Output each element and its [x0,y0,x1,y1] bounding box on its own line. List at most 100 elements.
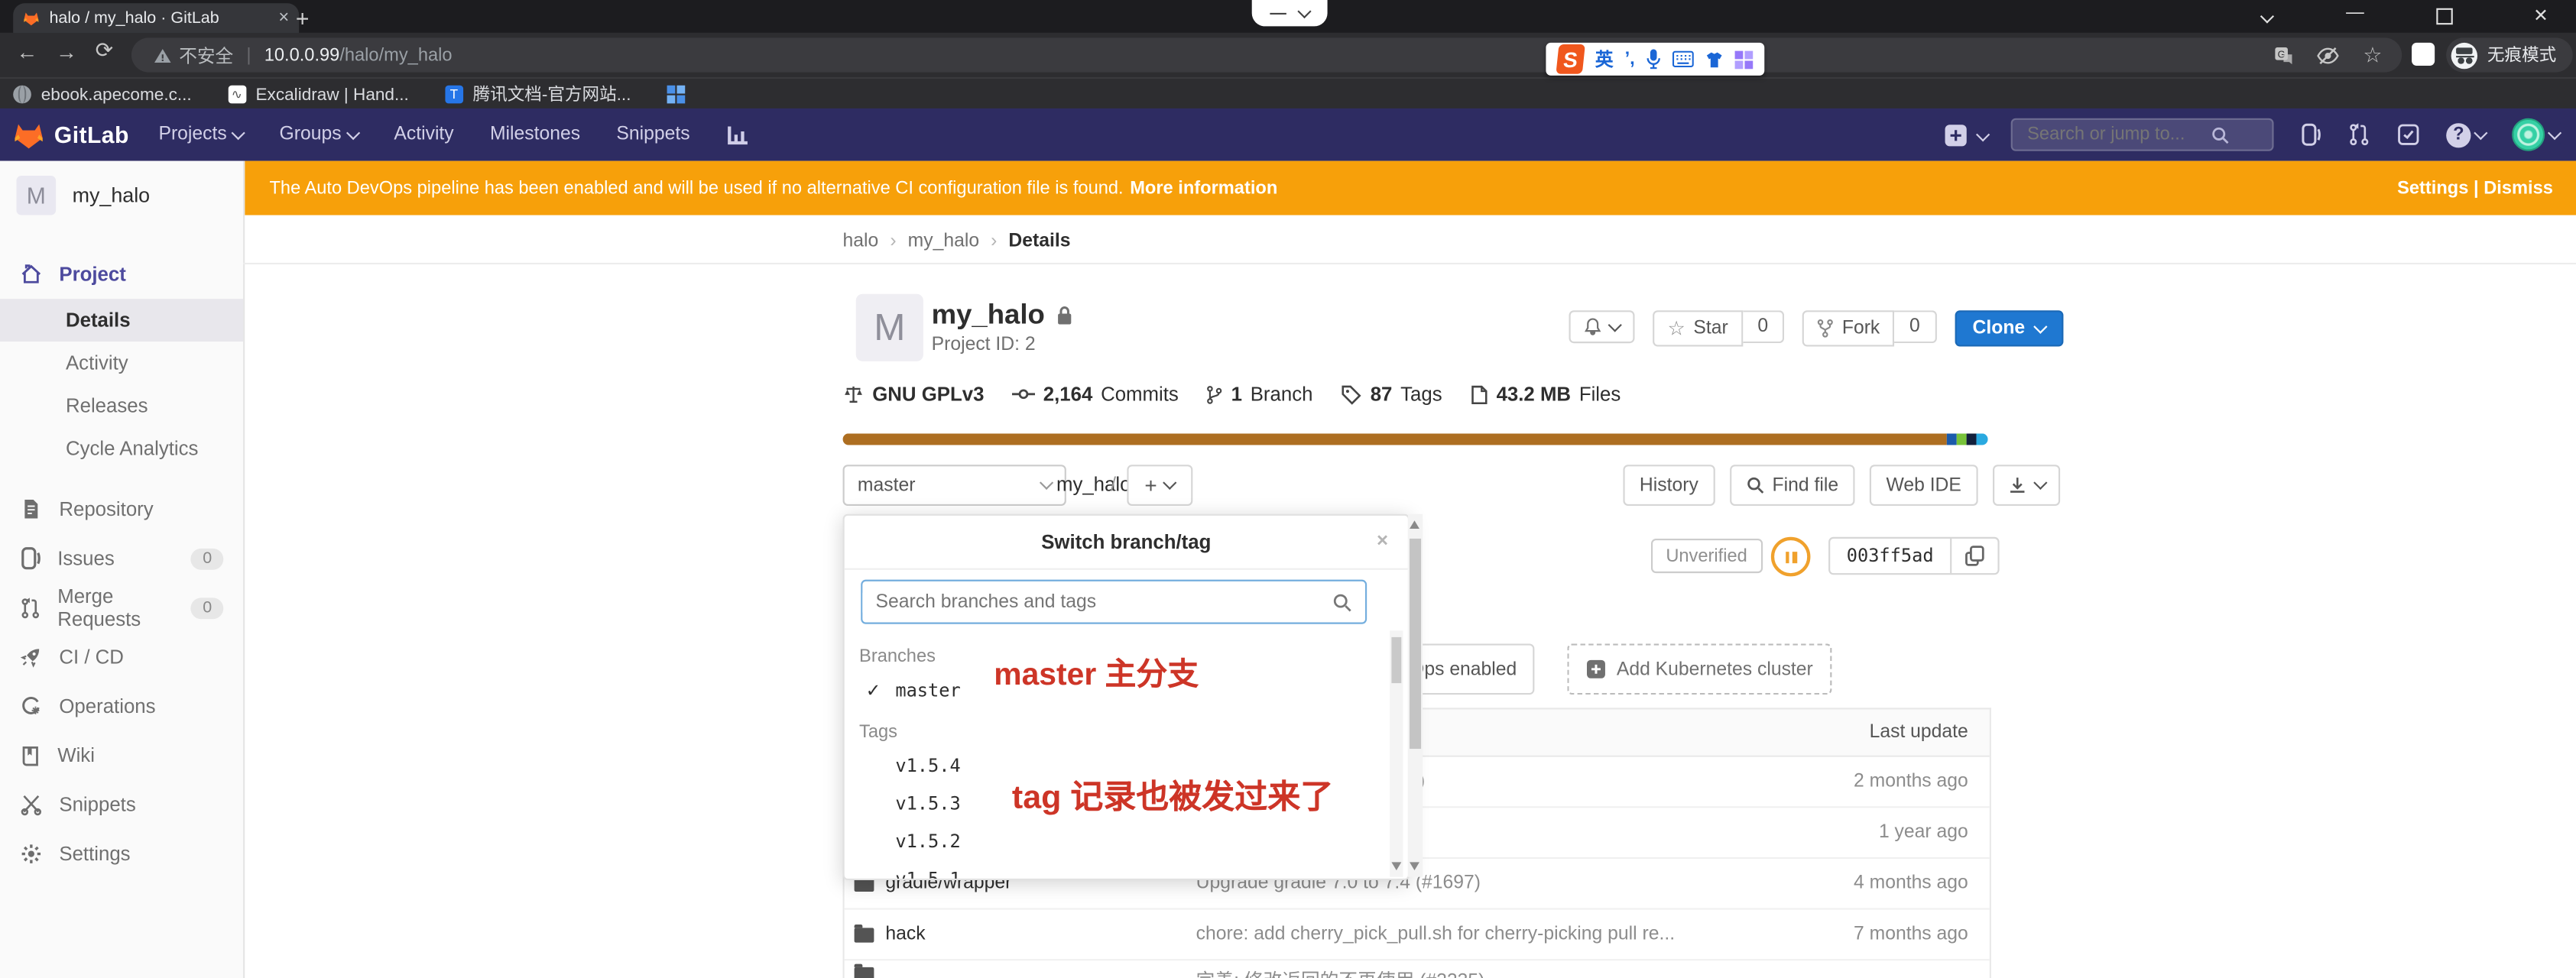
back-icon[interactable]: ← [16,40,37,64]
stat-tags[interactable]: 87Tags [1341,383,1442,406]
address-bar[interactable]: 不安全 | 10.0.0.99 /halo/my_halo G ☆ [131,37,2402,72]
floating-minimize-widget[interactable]: — [1252,0,1328,26]
signature-badge[interactable]: Unverified [1651,539,1762,573]
file-name[interactable]: hack [885,925,925,944]
branch-search-input[interactable] [862,592,1332,612]
web-ide-button[interactable]: Web IDE [1870,465,1977,506]
sidebar-item-cycle-analytics[interactable]: Cycle Analytics [0,427,243,470]
nav-snippets[interactable]: Snippets [616,125,689,144]
sogou-icon[interactable]: S [1556,44,1585,74]
add-file-button[interactable]: + [1127,465,1192,506]
extension-icon[interactable] [2412,43,2435,66]
sidebar-item-project[interactable]: Project [0,250,243,299]
sidebar-item-activity[interactable]: Activity [0,342,243,384]
microphone-icon[interactable] [1646,49,1661,69]
banner-settings-link[interactable]: Settings [2397,178,2468,198]
dropdown-scrollbar[interactable] [1408,514,1423,877]
copy-icon[interactable] [1951,546,1997,567]
sidebar-item-settings[interactable]: Settings [0,829,243,878]
chevron-down-icon[interactable] [1297,4,1311,18]
nav-merge-requests-icon[interactable] [2347,123,2370,146]
sidebar-item-merge-requests[interactable]: Merge Requests 0 [0,583,243,632]
translate-icon[interactable]: G [2274,45,2294,65]
tag-option[interactable]: v1.5.1 [845,860,1392,880]
repo-path[interactable]: my_halo [1056,473,1131,496]
dropdown-list-scrollbar[interactable] [1390,630,1403,876]
bookmark-item[interactable]: ∿Excalidraw | Hand... [228,85,409,105]
sidebar-item-snippets[interactable]: Snippets [0,780,243,829]
scroll-up-icon[interactable] [1410,520,1419,529]
download-button[interactable] [1993,465,2060,506]
skin-icon[interactable] [1705,50,1724,69]
reload-icon[interactable]: ⟳ [96,37,113,63]
close-icon[interactable]: × [1377,529,1388,552]
star-count[interactable]: 0 [1743,310,1785,343]
last-update-header[interactable]: Last update [1870,723,1990,743]
sidebar-project-header[interactable]: M my_halo [0,161,243,230]
sidebar-item-releases[interactable]: Releases [0,384,243,427]
sidebar-item-issues[interactable]: Issues 0 [0,533,243,582]
plus-menu-icon[interactable] [1944,122,1968,147]
branch-select[interactable]: master [843,465,1066,506]
new-tab-button[interactable]: + [296,5,310,31]
scroll-down-icon[interactable] [1391,862,1401,870]
ime-toolbar[interactable]: S 英 ’, [1546,43,1764,76]
add-kubernetes-cluster-button[interactable]: Add Kubernetes cluster [1567,643,1831,695]
bookmark-star-icon[interactable]: ☆ [2363,42,2382,68]
sidebar-item-wiki[interactable]: Wiki [0,730,243,779]
sidebar-item-repository[interactable]: Repository [0,484,243,533]
ime-lang-toggle[interactable]: 英 [1595,46,1614,72]
pipeline-status-icon[interactable] [1771,537,1811,577]
clone-button[interactable]: Clone [1955,310,2063,346]
sidebar-item-ci-cd[interactable]: CI / CD [0,632,243,681]
nav-activity[interactable]: Activity [394,125,453,144]
user-menu[interactable] [2512,118,2559,151]
table-row[interactable]: hack chore: add cherry_pick_pull.sh for … [845,910,1990,961]
window-close-icon[interactable]: ✕ [2533,5,2548,26]
browser-tab[interactable]: halo / my_halo · GitLab × [13,3,299,33]
star-button[interactable]: ☆Star [1653,310,1743,346]
eye-slash-icon[interactable] [2317,45,2340,65]
stat-files[interactable]: 43.2 MBFiles [1470,383,1621,406]
scrollbar-thumb[interactable] [1410,539,1421,749]
nav-todos-icon[interactable] [2397,123,2420,146]
window-menu-icon[interactable] [2262,7,2272,27]
nav-issues-icon[interactable] [2300,123,2321,146]
stat-license[interactable]: GNU GPLv3 [843,383,985,406]
breadcrumb-project[interactable]: my_halo [908,232,979,251]
global-search[interactable] [2011,118,2274,151]
commit-sha[interactable]: 003ff5ad [1830,546,1950,567]
fork-button[interactable]: Fork [1802,310,1894,346]
language-bar[interactable] [843,433,1988,445]
ime-punctuation-icon[interactable]: ’, [1625,49,1635,69]
nav-help-icon[interactable]: ? [2446,122,2486,147]
not-secure-warning[interactable]: 不安全 [154,42,233,68]
gitlab-brand[interactable]: GitLab [54,121,129,147]
breadcrumb-group[interactable]: halo [843,232,879,251]
bookmark-item[interactable]: T腾讯文档-官方网站... [445,82,631,106]
window-minimize-icon[interactable]: — [2346,3,2364,23]
sidebar-item-details[interactable]: Details [0,299,243,342]
branch-search[interactable] [861,580,1367,624]
find-file-button[interactable]: Find file [1730,465,1855,506]
nav-projects[interactable]: Projects [158,125,243,144]
stat-branches[interactable]: 1Branch [1206,383,1312,406]
scrollbar-thumb[interactable] [1391,637,1401,683]
nav-milestones[interactable]: Milestones [490,125,580,144]
table-row[interactable]: 完善: 修改返回的不再使用 (#2235) [845,960,1990,978]
gitlab-logo[interactable] [13,120,44,150]
nav-groups[interactable]: Groups [280,125,358,144]
banner-dismiss-link[interactable]: Dismiss [2484,178,2553,198]
fork-count[interactable]: 0 [1895,310,1937,343]
window-restore-icon[interactable] [2436,8,2452,24]
commit-message[interactable]: chore: add cherry_pick_pull.sh for cherr… [1196,925,1738,944]
notifications-button[interactable] [1569,310,1635,343]
bookmark-item[interactable] [667,86,686,104]
scroll-down-icon[interactable] [1410,862,1419,870]
keyboard-icon[interactable] [1672,51,1694,67]
forward-icon[interactable]: → [56,40,77,64]
chart-icon[interactable] [726,124,749,145]
sidebar-item-operations[interactable]: Operations [0,682,243,730]
ime-menu-icon[interactable] [1735,50,1754,69]
stat-commits[interactable]: 2,164Commits [1012,383,1179,406]
